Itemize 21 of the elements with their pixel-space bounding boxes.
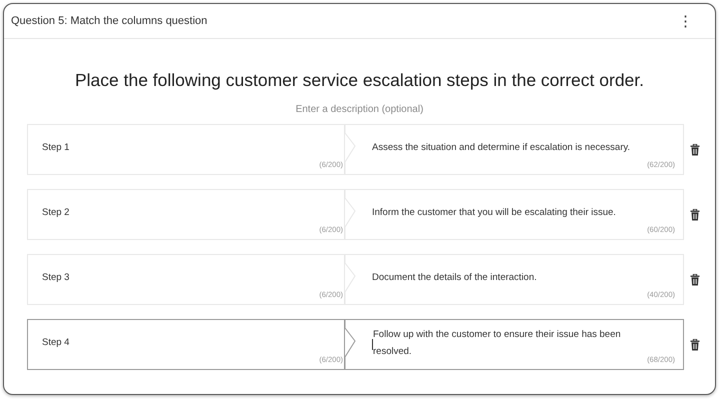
question-title: Question 5: Match the columns question (11, 15, 208, 27)
trash-icon (690, 144, 700, 156)
field-value: Step 2 (42, 206, 70, 220)
trash-icon (690, 274, 700, 286)
delete-button[interactable] (690, 208, 700, 220)
field-value: Step 4 (42, 336, 70, 350)
menu-button[interactable]: ⋮ (674, 12, 697, 30)
question-text: Place the following customer service escalation steps in the correct order. (74, 70, 646, 91)
delete-button[interactable] (690, 144, 700, 156)
chevron-connector (344, 319, 356, 370)
field-value: Assess the situation and determine if escalation is necessary. (372, 141, 630, 155)
trash-icon (690, 338, 700, 350)
field-value: Step 3 (42, 271, 70, 285)
field-value: Step 1 (42, 141, 70, 155)
delete-button[interactable] (690, 274, 700, 286)
text-cursor (372, 339, 373, 350)
trash-icon (690, 208, 700, 220)
field-value: Inform the customer that you will be escalating their issue. (372, 206, 616, 220)
field-value: Follow up with the customer to ensure their issue has been resolved. (373, 328, 622, 358)
field-value: Document the details of the interaction. (372, 271, 537, 285)
delete-button[interactable] (690, 338, 700, 350)
